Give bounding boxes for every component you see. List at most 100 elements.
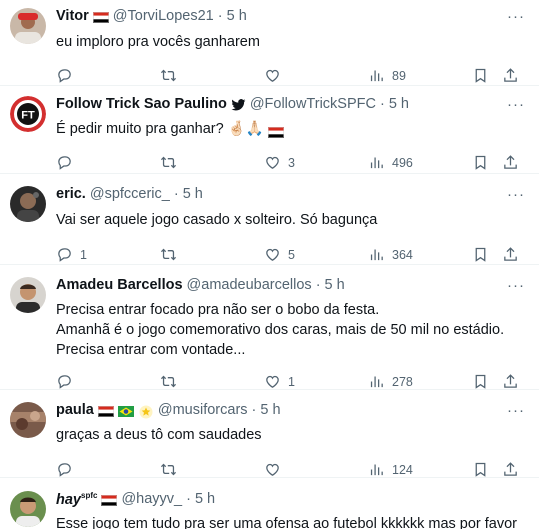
tweet-header: hayspfc @hayyv_ · 5 h <box>56 489 531 509</box>
tweet-text: Precisa entrar focado pra não ser o bobo… <box>56 300 531 360</box>
share-icon <box>502 373 519 390</box>
handle[interactable]: @amadeubarcellos <box>187 277 312 293</box>
retweet-icon <box>160 154 177 171</box>
like-button[interactable] <box>264 67 288 84</box>
tweet[interactable]: Amadeu Barcellos @amadeubarcellos · 5 h … <box>0 265 539 390</box>
more-icon[interactable]: ··· <box>507 8 525 25</box>
like-button[interactable] <box>264 461 288 478</box>
bookmark-button[interactable] <box>472 373 489 390</box>
share-button[interactable] <box>502 373 519 390</box>
display-name[interactable]: paula <box>56 402 94 418</box>
more-icon[interactable]: ··· <box>507 96 525 113</box>
tweet-text: É pedir muito pra ganhar? 🤞🏻🙏🏻 <box>56 121 264 137</box>
like-button[interactable]: 1 <box>264 373 295 390</box>
view-count: 124 <box>392 462 413 477</box>
svg-text:FT: FT <box>21 110 35 122</box>
reply-button[interactable] <box>56 154 80 171</box>
share-icon <box>502 461 519 478</box>
handle[interactable]: @spfcceric_ <box>90 186 170 202</box>
tweet[interactable]: eric. @spfcceric_ · 5 h ··· Vai ser aque… <box>0 174 539 265</box>
tweet[interactable]: Vitor @TorviLopes21 · 5 h ··· eu imploro… <box>0 0 539 86</box>
views-icon <box>368 461 385 478</box>
more-icon[interactable]: ··· <box>507 402 525 419</box>
view-count: 278 <box>392 374 413 389</box>
retweet-button[interactable] <box>160 154 184 171</box>
like-icon <box>264 373 281 390</box>
tweet-header: Amadeu Barcellos @amadeubarcellos · 5 h … <box>56 275 531 295</box>
share-button[interactable] <box>502 461 519 478</box>
retweet-button[interactable] <box>160 67 184 84</box>
timestamp[interactable]: 5 h <box>183 186 203 202</box>
like-icon <box>264 246 281 263</box>
views-button[interactable]: 496 <box>368 154 413 171</box>
view-count: 89 <box>392 68 406 83</box>
avatar[interactable] <box>10 491 46 527</box>
flag-icon <box>97 405 114 417</box>
avatar[interactable]: FT <box>10 96 46 132</box>
views-button[interactable]: 278 <box>368 373 413 390</box>
bookmark-button[interactable] <box>472 154 489 171</box>
flag-icon <box>101 494 118 506</box>
avatar[interactable] <box>10 402 46 438</box>
reply-icon <box>56 373 73 390</box>
reply-button[interactable]: 1 <box>56 246 87 263</box>
more-icon[interactable]: ··· <box>507 186 525 203</box>
avatar[interactable] <box>10 186 46 222</box>
tweet-header: paula @musiforcars · 5 h ··· <box>56 400 531 420</box>
display-name[interactable]: eric. <box>56 186 86 202</box>
tweet-text: graças a deus tô com saudades <box>56 427 262 443</box>
handle[interactable]: @TorviLopes21 <box>113 8 214 24</box>
avatar[interactable] <box>10 8 46 44</box>
reply-button[interactable] <box>56 67 80 84</box>
retweet-icon <box>160 246 177 263</box>
share-button[interactable] <box>502 154 519 171</box>
tweet[interactable]: FT Follow Trick Sao Paulino @FollowTrick… <box>0 86 539 174</box>
handle[interactable]: @hayyv_ <box>121 491 182 507</box>
bookmark-button[interactable] <box>472 246 489 263</box>
reply-icon <box>56 461 73 478</box>
share-icon <box>502 67 519 84</box>
display-name[interactable]: hayspfc <box>56 491 97 508</box>
retweet-button[interactable] <box>160 246 184 263</box>
views-icon <box>368 246 385 263</box>
reply-icon <box>56 154 73 171</box>
tweet[interactable]: paula @musiforcars · 5 h ··· graças a de… <box>0 390 539 478</box>
display-name-sup: spfc <box>81 490 98 500</box>
handle[interactable]: @musiforcars <box>158 402 248 418</box>
views-button[interactable]: 89 <box>368 67 406 84</box>
timestamp[interactable]: 5 h <box>325 277 345 293</box>
tweet[interactable]: hayspfc @hayyv_ · 5 h Esse jogo tem tudo… <box>0 478 539 529</box>
like-count: 3 <box>288 155 295 170</box>
bookmark-button[interactable] <box>472 461 489 478</box>
like-button[interactable]: 5 <box>264 246 295 263</box>
handle[interactable]: @FollowTrickSPFC <box>250 96 376 112</box>
share-button[interactable] <box>502 67 519 84</box>
more-icon[interactable]: ··· <box>507 277 525 294</box>
reply-button[interactable] <box>56 461 80 478</box>
retweet-button[interactable] <box>160 373 184 390</box>
tweet-header: eric. @spfcceric_ · 5 h ··· <box>56 184 531 204</box>
timestamp[interactable]: 5 h <box>389 96 409 112</box>
views-icon <box>368 67 385 84</box>
separator-dot: · <box>251 402 257 418</box>
views-button[interactable]: 364 <box>368 246 413 263</box>
verified-icon <box>231 97 246 112</box>
reply-button[interactable] <box>56 373 80 390</box>
retweet-button[interactable] <box>160 461 184 478</box>
timestamp[interactable]: 5 h <box>195 491 215 507</box>
views-button[interactable]: 124 <box>368 461 413 478</box>
separator-dot: · <box>217 8 223 24</box>
timestamp[interactable]: 5 h <box>260 402 280 418</box>
share-button[interactable] <box>502 246 519 263</box>
avatar[interactable] <box>10 277 46 313</box>
views-icon <box>368 373 385 390</box>
like-button[interactable]: 3 <box>264 154 295 171</box>
display-name[interactable]: Vitor <box>56 8 89 24</box>
display-name[interactable]: Follow Trick Sao Paulino <box>56 96 227 112</box>
star-emoji-icon <box>138 405 154 418</box>
reply-icon <box>56 67 73 84</box>
like-icon <box>264 67 281 84</box>
display-name[interactable]: Amadeu Barcellos <box>56 277 183 293</box>
timestamp[interactable]: 5 h <box>227 8 247 24</box>
bookmark-button[interactable] <box>472 67 489 84</box>
